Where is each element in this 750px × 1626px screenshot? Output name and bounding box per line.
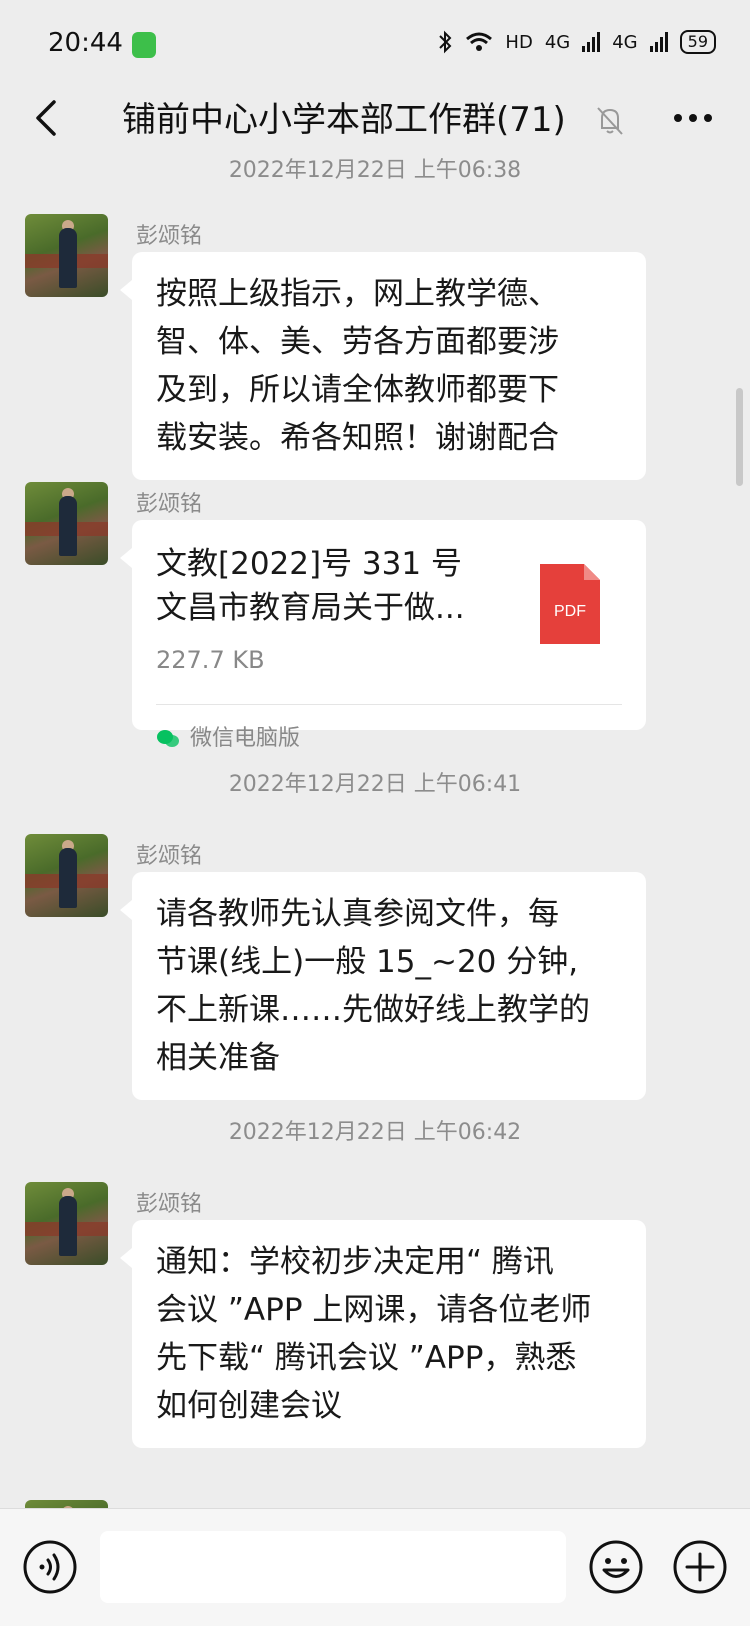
scrollbar[interactable] — [736, 388, 743, 486]
message-line: 不上新课……先做好线上教学的 — [156, 992, 590, 1028]
signal-bars-icon — [649, 32, 668, 52]
emoji-icon[interactable] — [588, 1539, 644, 1595]
network-hd-label: HD — [505, 31, 533, 53]
file-title-line: 文昌市教育局关于做... — [156, 590, 465, 626]
bluetooth-icon — [439, 30, 452, 54]
file-source-label: 微信电脑版 — [190, 726, 301, 751]
avatar[interactable] — [25, 1182, 108, 1265]
file-source: 微信电脑版 — [156, 715, 622, 763]
message-input[interactable] — [100, 1531, 566, 1603]
message-line: 智、体、美、劳各方面都要涉 — [156, 324, 559, 360]
message-line: 先下载“ 腾讯会议 ”APP，熟悉 — [156, 1340, 577, 1376]
message-timestamp: 2022年12月22日 上午06:38 — [228, 158, 522, 183]
message-line: 请各教师先认真参阅文件，每 — [156, 896, 559, 932]
avatar[interactable] — [25, 834, 108, 917]
message-timestamp: 2022年12月22日 上午06:42 — [228, 1120, 522, 1145]
sender-name: 彭颂铭 — [136, 1192, 203, 1217]
chevron-left-icon[interactable] — [28, 96, 68, 140]
sender-name: 彭颂铭 — [136, 224, 203, 249]
signal-bars-icon — [582, 32, 601, 52]
wechat-icon — [157, 730, 179, 747]
message-line: 按照上级指示，网上教学德、 — [156, 276, 559, 312]
app-notification-icon — [132, 32, 156, 58]
message-timestamp: 2022年12月22日 上午06:41 — [228, 772, 522, 797]
wifi-icon — [466, 32, 493, 51]
message-line: 及到，所以请全体教师都要下 — [156, 372, 559, 408]
chat-header: 铺前中心小学本部工作群(71) — [0, 78, 750, 158]
input-bar — [0, 1508, 750, 1626]
status-icons: HD 4G 4G 59 — [437, 30, 716, 54]
bell-muted-icon — [597, 107, 623, 135]
message-line: 通知：学校初步决定用“ 腾讯 — [156, 1244, 554, 1280]
message-line: 节课(线上)一般 15_~20 分钟, — [156, 944, 579, 980]
signal-2-label: 4G — [612, 31, 638, 53]
chat-message-list[interactable]: 2022年12月22日 上午06:38 彭颂铭 按照上级指示，网上教学德、 智、… — [0, 158, 750, 1508]
message-line: 载安装。希各知照！谢谢配合 — [156, 420, 559, 456]
sender-name: 彭颂铭 — [136, 844, 203, 869]
status-bar: 20:44 HD 4G 4G 59 — [0, 0, 750, 90]
avatar[interactable] — [25, 482, 108, 565]
chat-title: 铺前中心小学本部工作群(71) — [122, 100, 566, 140]
plus-icon[interactable] — [672, 1539, 728, 1595]
file-message-card[interactable]: 文教[2022]号 331 号 文昌市教育局关于做... 227.7 KB PD… — [120, 520, 646, 751]
message-bubble[interactable]: 请各教师先认真参阅文件，每 节课(线上)一般 15_~20 分钟, 不上新课……… — [120, 872, 646, 1100]
message-line: 如何创建会议 — [156, 1388, 342, 1424]
pdf-file-icon: PDF — [540, 564, 600, 644]
battery-indicator: 59 — [679, 30, 716, 54]
message-bubble[interactable]: 通知：学校初步决定用“ 腾讯 会议 ”APP 上网课，请各位老师 先下载“ 腾讯… — [120, 1220, 646, 1448]
status-time: 20:44 — [48, 28, 123, 58]
signal-1-label: 4G — [544, 31, 571, 53]
message-line: 会议 ”APP 上网课，请各位老师 — [156, 1292, 592, 1328]
sender-name: 彭颂铭 — [136, 492, 203, 517]
file-divider — [156, 704, 622, 705]
file-title-line: 文教[2022]号 331 号 — [156, 546, 462, 582]
message-line: 相关准备 — [156, 1040, 280, 1076]
message-bubble[interactable]: 按照上级指示，网上教学德、 智、体、美、劳各方面都要涉 及到，所以请全体教师都要… — [120, 252, 646, 480]
avatar[interactable] — [25, 1500, 108, 1508]
voice-icon[interactable] — [22, 1539, 78, 1595]
pdf-label: PDF — [554, 603, 586, 620]
avatar[interactable] — [25, 214, 108, 297]
more-dots-icon[interactable] — [668, 98, 718, 138]
